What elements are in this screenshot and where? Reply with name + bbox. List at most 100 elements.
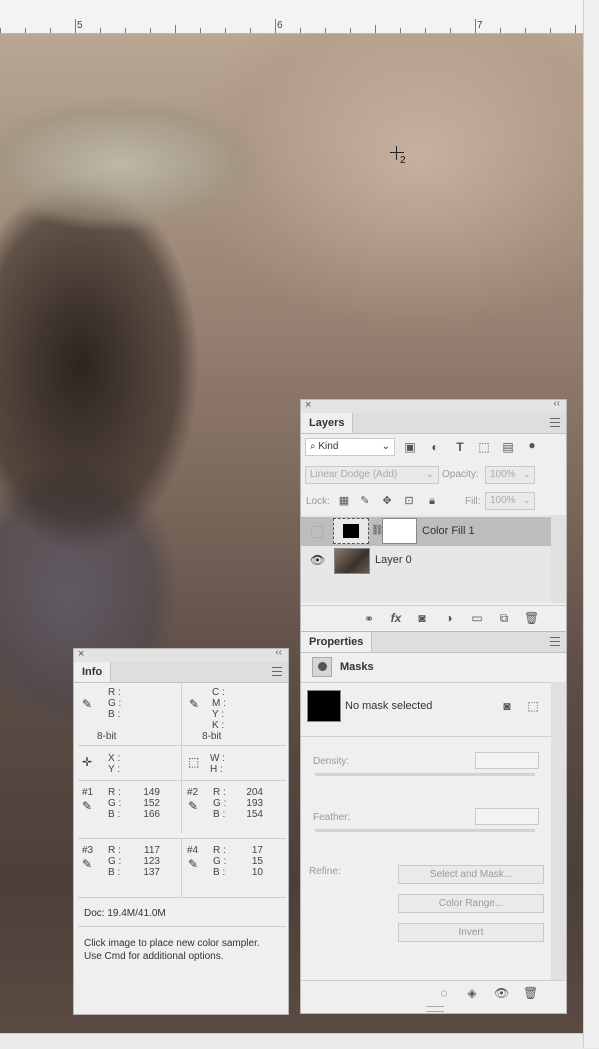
mask-status: No mask selected bbox=[345, 700, 433, 712]
ruler-tick bbox=[250, 28, 251, 33]
lock-transparent-icon[interactable]: ▦ bbox=[337, 494, 351, 508]
filter-toggle-icon[interactable]: ● bbox=[525, 438, 539, 452]
collapse-icon[interactable]: ‹‹ bbox=[553, 398, 560, 409]
lock-all-icon[interactable]: 🔒︎ bbox=[425, 494, 439, 508]
adjustment-layer-icon[interactable]: ◑ bbox=[442, 611, 456, 625]
sampler-id: #3 bbox=[82, 845, 94, 856]
trash-icon[interactable]: 🗑︎ bbox=[523, 986, 538, 1000]
lock-artboard-icon[interactable]: ⊡ bbox=[402, 494, 416, 508]
ruler-tick bbox=[350, 28, 351, 33]
ruler-tick bbox=[200, 28, 201, 33]
mask-thumbnail[interactable] bbox=[382, 518, 417, 544]
layers-scrollbar[interactable] bbox=[551, 515, 566, 603]
horizontal-scrollbar[interactable] bbox=[0, 1033, 583, 1049]
ruler-tick bbox=[400, 28, 401, 33]
eyedropper-icon[interactable]: ✎ bbox=[82, 857, 96, 871]
layer-row-color-fill[interactable]: ⛓︎ Color Fill 1 bbox=[301, 517, 551, 546]
vector-mask-icon[interactable]: ⬚ bbox=[526, 699, 540, 713]
layer-name[interactable]: Color Fill 1 bbox=[422, 525, 475, 537]
lock-label: Lock: bbox=[306, 496, 330, 507]
layer-name[interactable]: Layer 0 bbox=[375, 554, 412, 566]
lock-position-icon[interactable]: ✥ bbox=[380, 494, 394, 508]
eye-icon[interactable]: 👁︎ bbox=[310, 553, 325, 567]
sampler-id: #1 bbox=[82, 787, 94, 798]
collapse-icon[interactable]: ‹‹ bbox=[275, 647, 282, 658]
sampler-3-labels: R :G :B : bbox=[108, 845, 122, 878]
feather-field[interactable] bbox=[475, 808, 539, 825]
properties-scrollbar[interactable] bbox=[551, 682, 566, 980]
ruler-tick bbox=[125, 28, 126, 33]
fill-field[interactable]: 100% ⌄ bbox=[485, 492, 535, 510]
sampler-4-labels: R :G :B : bbox=[213, 845, 227, 878]
eye-icon[interactable]: 👁︎ bbox=[494, 986, 509, 1000]
sampler-4-values: 17 15 10 bbox=[251, 845, 263, 878]
info-hint: Click image to place new color sampler. … bbox=[84, 938, 260, 962]
fx-icon[interactable]: fx bbox=[389, 611, 403, 625]
apply-mask-icon[interactable]: ◈ bbox=[465, 986, 479, 1000]
ruler-mark-5: 5 bbox=[77, 20, 83, 31]
resize-grip[interactable] bbox=[426, 1006, 444, 1012]
sampler-1-values: 149 152 166 bbox=[143, 787, 160, 820]
ruler-tick bbox=[475, 19, 476, 33]
eyedropper-icon[interactable]: ✎ bbox=[188, 857, 202, 871]
tab-info[interactable]: Info bbox=[74, 662, 112, 682]
smart-object-filter-icon[interactable]: ▤ bbox=[501, 440, 515, 454]
tab-layers[interactable]: Layers bbox=[301, 413, 354, 433]
filter-kind-select[interactable]: ⌕ Kind ⌄ bbox=[305, 438, 395, 456]
tab-properties[interactable]: Properties bbox=[301, 632, 373, 652]
ruler-tick bbox=[575, 25, 576, 33]
type-filter-icon[interactable]: T bbox=[453, 440, 467, 454]
shape-filter-icon[interactable]: ⬚ bbox=[477, 440, 491, 454]
horizontal-ruler[interactable]: 5 6 7 bbox=[0, 0, 583, 34]
panel-menu-icon[interactable] bbox=[550, 637, 560, 646]
close-icon[interactable]: × bbox=[305, 399, 311, 411]
vertical-scrollbar[interactable] bbox=[583, 0, 599, 1048]
eyedropper-icon[interactable]: ✎ bbox=[189, 697, 203, 711]
panel-menu-icon[interactable] bbox=[550, 418, 560, 427]
pixel-filter-icon[interactable]: ▣ bbox=[403, 440, 417, 454]
trash-icon[interactable]: 🗑︎ bbox=[524, 611, 539, 625]
ruler-tick bbox=[325, 28, 326, 33]
fill-thumbnail[interactable] bbox=[333, 518, 369, 544]
ruler-tick bbox=[0, 28, 1, 33]
color-range-button[interactable]: Color Range... bbox=[398, 894, 544, 913]
rgb-readout: R :G :B : bbox=[108, 687, 122, 720]
select-and-mask-button[interactable]: Select and Mask... bbox=[398, 865, 544, 884]
sampler-2-labels: R :G :B : bbox=[213, 787, 227, 820]
eyedropper-icon[interactable]: ✎ bbox=[82, 799, 96, 813]
blend-mode-select[interactable]: Linear Dodge (Add) ⌄ bbox=[305, 466, 439, 484]
adjustment-filter-icon[interactable]: ◐ bbox=[428, 440, 442, 454]
invert-button[interactable]: Invert bbox=[398, 923, 544, 942]
visibility-toggle[interactable] bbox=[311, 526, 323, 538]
ruler-tick bbox=[375, 25, 376, 33]
layer-row-layer-0[interactable]: 👁︎ Layer 0 bbox=[301, 546, 551, 575]
ruler-tick bbox=[75, 19, 76, 33]
ruler-tick bbox=[275, 19, 276, 33]
ruler-tick bbox=[450, 28, 451, 33]
eyedropper-icon[interactable]: ✎ bbox=[82, 697, 96, 711]
mask-preview bbox=[307, 690, 341, 722]
sampler-3-values: 117 123 137 bbox=[143, 845, 160, 878]
eyedropper-icon[interactable]: ✎ bbox=[188, 799, 202, 813]
folder-icon[interactable]: ▭ bbox=[470, 611, 484, 625]
pixel-mask-icon[interactable]: ◙ bbox=[500, 699, 514, 713]
density-field[interactable] bbox=[475, 752, 539, 769]
link-layers-icon[interactable]: ⚭ bbox=[362, 612, 376, 626]
feather-slider[interactable] bbox=[315, 829, 535, 832]
masks-icon bbox=[312, 657, 332, 677]
info-panel: × ‹‹ Info ✎ R :G :B : 8-bit ✎ C :M :Y :K … bbox=[73, 647, 289, 1015]
lock-brush-icon[interactable]: ✎ bbox=[358, 494, 372, 508]
new-layer-icon[interactable]: ⧉ bbox=[497, 611, 511, 625]
add-mask-icon[interactable]: ◙ bbox=[415, 611, 429, 625]
layer-thumbnail[interactable] bbox=[334, 548, 370, 574]
section-title: Masks bbox=[340, 661, 374, 673]
chevron-down-icon: ⌄ bbox=[522, 469, 531, 480]
close-icon[interactable]: × bbox=[78, 648, 84, 660]
panel-menu-icon[interactable] bbox=[272, 667, 282, 676]
density-slider[interactable] bbox=[315, 773, 535, 776]
load-selection-icon[interactable]: ◌ bbox=[437, 986, 451, 1000]
opacity-field[interactable]: 100% ⌄ bbox=[485, 466, 535, 484]
sampler-id: #2 bbox=[187, 787, 199, 798]
properties-panel: Properties Masks No mask selected ◙ ⬚ De… bbox=[300, 631, 567, 1014]
chevron-down-icon: ⌄ bbox=[522, 495, 531, 506]
